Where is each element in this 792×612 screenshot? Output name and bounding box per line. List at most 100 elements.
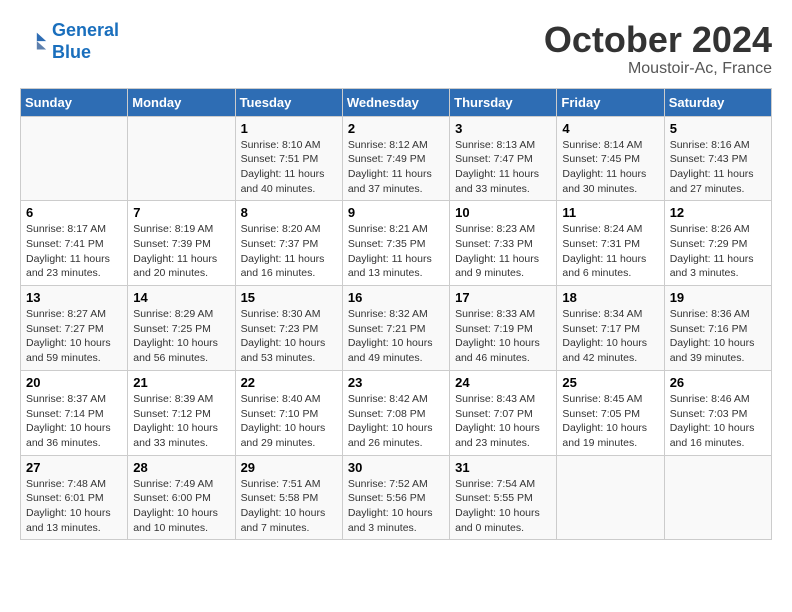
day-info: Sunrise: 8:26 AM Sunset: 7:29 PM Dayligh…	[670, 222, 766, 281]
logo-icon	[20, 28, 48, 56]
day-info: Sunrise: 8:37 AM Sunset: 7:14 PM Dayligh…	[26, 392, 122, 451]
day-number: 28	[133, 460, 229, 475]
day-info: Sunrise: 8:13 AM Sunset: 7:47 PM Dayligh…	[455, 138, 551, 197]
day-info: Sunrise: 8:21 AM Sunset: 7:35 PM Dayligh…	[348, 222, 444, 281]
calendar-day-cell	[128, 116, 235, 201]
day-info: Sunrise: 8:33 AM Sunset: 7:19 PM Dayligh…	[455, 307, 551, 366]
calendar-day-cell: 4Sunrise: 8:14 AM Sunset: 7:45 PM Daylig…	[557, 116, 664, 201]
day-number: 2	[348, 121, 444, 136]
day-info: Sunrise: 8:43 AM Sunset: 7:07 PM Dayligh…	[455, 392, 551, 451]
day-number: 5	[670, 121, 766, 136]
day-number: 1	[241, 121, 337, 136]
calendar-week-row: 6 Sunrise: 8:17 AM Sunset: 7:41 PM Daylig…	[21, 201, 772, 286]
logo-text: GeneralBlue	[52, 20, 119, 63]
day-number: 22	[241, 375, 337, 390]
day-info: Sunrise: 8:46 AM Sunset: 7:03 PM Dayligh…	[670, 392, 766, 451]
calendar-day-cell: 27 Sunrise: 7:48 AM Sunset: 6:01 PM Dayli…	[21, 455, 128, 540]
day-info: Sunrise: 8:19 AM Sunset: 7:39 PM Dayligh…	[133, 222, 229, 281]
day-info: Sunrise: 7:54 AM Sunset: 5:55 PM Dayligh…	[455, 477, 551, 536]
day-info: Sunrise: 8:45 AM Sunset: 7:05 PM Dayligh…	[562, 392, 658, 451]
day-number: 15	[241, 290, 337, 305]
day-info: Sunrise: 8:42 AM Sunset: 7:08 PM Dayligh…	[348, 392, 444, 451]
calendar-day-cell: 29 Sunrise: 7:51 AM Sunset: 5:58 PM Dayli…	[235, 455, 342, 540]
day-number: 7	[133, 205, 229, 220]
calendar-day-cell: 25Sunrise: 8:45 AM Sunset: 7:05 PM Dayli…	[557, 370, 664, 455]
day-info: Sunrise: 8:12 AM Sunset: 7:49 PM Dayligh…	[348, 138, 444, 197]
day-number: 4	[562, 121, 658, 136]
day-number: 18	[562, 290, 658, 305]
day-info: Sunrise: 8:40 AM Sunset: 7:10 PM Dayligh…	[241, 392, 337, 451]
day-info: Sunrise: 8:30 AM Sunset: 7:23 PM Dayligh…	[241, 307, 337, 366]
calendar-day-cell: 22 Sunrise: 8:40 AM Sunset: 7:10 PM Dayli…	[235, 370, 342, 455]
month-title: October 2024	[544, 20, 772, 60]
calendar-week-row: 27 Sunrise: 7:48 AM Sunset: 6:01 PM Dayli…	[21, 455, 772, 540]
logo: GeneralBlue	[20, 20, 119, 63]
calendar-week-row: 1 Sunrise: 8:10 AM Sunset: 7:51 PM Daylig…	[21, 116, 772, 201]
day-info: Sunrise: 8:39 AM Sunset: 7:12 PM Dayligh…	[133, 392, 229, 451]
day-info: Sunrise: 7:51 AM Sunset: 5:58 PM Dayligh…	[241, 477, 337, 536]
day-of-week-header: Friday	[557, 88, 664, 116]
day-of-week-header: Tuesday	[235, 88, 342, 116]
calendar-day-cell: 30 Sunrise: 7:52 AM Sunset: 5:56 PM Dayli…	[342, 455, 449, 540]
calendar-day-cell: 24 Sunrise: 8:43 AM Sunset: 7:07 PM Dayli…	[450, 370, 557, 455]
day-number: 12	[670, 205, 766, 220]
calendar-day-cell: 15 Sunrise: 8:30 AM Sunset: 7:23 PM Dayli…	[235, 286, 342, 371]
calendar-day-cell: 26Sunrise: 8:46 AM Sunset: 7:03 PM Dayli…	[664, 370, 771, 455]
day-number: 13	[26, 290, 122, 305]
day-info: Sunrise: 8:34 AM Sunset: 7:17 PM Dayligh…	[562, 307, 658, 366]
day-info: Sunrise: 7:52 AM Sunset: 5:56 PM Dayligh…	[348, 477, 444, 536]
day-of-week-header: Saturday	[664, 88, 771, 116]
calendar-day-cell: 17 Sunrise: 8:33 AM Sunset: 7:19 PM Dayli…	[450, 286, 557, 371]
calendar-day-cell: 28 Sunrise: 7:49 AM Sunset: 6:00 PM Dayli…	[128, 455, 235, 540]
day-of-week-header: Wednesday	[342, 88, 449, 116]
day-info: Sunrise: 8:16 AM Sunset: 7:43 PM Dayligh…	[670, 138, 766, 197]
calendar-day-cell: 14Sunrise: 8:29 AM Sunset: 7:25 PM Dayli…	[128, 286, 235, 371]
calendar-day-cell: 23 Sunrise: 8:42 AM Sunset: 7:08 PM Dayli…	[342, 370, 449, 455]
calendar-day-cell	[664, 455, 771, 540]
calendar-day-cell: 2 Sunrise: 8:12 AM Sunset: 7:49 PM Daylig…	[342, 116, 449, 201]
calendar-day-cell: 1 Sunrise: 8:10 AM Sunset: 7:51 PM Daylig…	[235, 116, 342, 201]
calendar-day-cell: 18 Sunrise: 8:34 AM Sunset: 7:17 PM Dayli…	[557, 286, 664, 371]
day-number: 21	[133, 375, 229, 390]
calendar-week-row: 20 Sunrise: 8:37 AM Sunset: 7:14 PM Dayli…	[21, 370, 772, 455]
title-block: October 2024 Moustoir-Ac, France	[544, 20, 772, 78]
calendar-day-cell: 5 Sunrise: 8:16 AM Sunset: 7:43 PM Daylig…	[664, 116, 771, 201]
calendar-day-cell: 21 Sunrise: 8:39 AM Sunset: 7:12 PM Dayli…	[128, 370, 235, 455]
calendar-day-cell: 3Sunrise: 8:13 AM Sunset: 7:47 PM Daylig…	[450, 116, 557, 201]
day-number: 24	[455, 375, 551, 390]
day-info: Sunrise: 8:23 AM Sunset: 7:33 PM Dayligh…	[455, 222, 551, 281]
calendar-day-cell: 6 Sunrise: 8:17 AM Sunset: 7:41 PM Daylig…	[21, 201, 128, 286]
location: Moustoir-Ac, France	[544, 60, 772, 78]
day-number: 27	[26, 460, 122, 475]
day-number: 19	[670, 290, 766, 305]
calendar-week-row: 13 Sunrise: 8:27 AM Sunset: 7:27 PM Dayli…	[21, 286, 772, 371]
day-info: Sunrise: 7:48 AM Sunset: 6:01 PM Dayligh…	[26, 477, 122, 536]
day-info: Sunrise: 8:20 AM Sunset: 7:37 PM Dayligh…	[241, 222, 337, 281]
day-number: 31	[455, 460, 551, 475]
day-number: 30	[348, 460, 444, 475]
day-info: Sunrise: 8:29 AM Sunset: 7:25 PM Dayligh…	[133, 307, 229, 366]
calendar-day-cell: 13 Sunrise: 8:27 AM Sunset: 7:27 PM Dayli…	[21, 286, 128, 371]
day-number: 29	[241, 460, 337, 475]
calendar-day-cell: 19 Sunrise: 8:36 AM Sunset: 7:16 PM Dayli…	[664, 286, 771, 371]
day-info: Sunrise: 7:49 AM Sunset: 6:00 PM Dayligh…	[133, 477, 229, 536]
day-number: 17	[455, 290, 551, 305]
day-number: 20	[26, 375, 122, 390]
day-number: 8	[241, 205, 337, 220]
day-info: Sunrise: 8:17 AM Sunset: 7:41 PM Dayligh…	[26, 222, 122, 281]
day-info: Sunrise: 8:10 AM Sunset: 7:51 PM Dayligh…	[241, 138, 337, 197]
day-info: Sunrise: 8:36 AM Sunset: 7:16 PM Dayligh…	[670, 307, 766, 366]
page-header: GeneralBlue October 2024 Moustoir-Ac, Fr…	[20, 20, 772, 78]
calendar-day-cell: 31 Sunrise: 7:54 AM Sunset: 5:55 PM Dayli…	[450, 455, 557, 540]
day-info: Sunrise: 8:27 AM Sunset: 7:27 PM Dayligh…	[26, 307, 122, 366]
day-number: 23	[348, 375, 444, 390]
calendar-day-cell: 20 Sunrise: 8:37 AM Sunset: 7:14 PM Dayli…	[21, 370, 128, 455]
day-number: 6	[26, 205, 122, 220]
day-number: 9	[348, 205, 444, 220]
day-of-week-header: Sunday	[21, 88, 128, 116]
calendar-day-cell	[21, 116, 128, 201]
calendar-day-cell: 11Sunrise: 8:24 AM Sunset: 7:31 PM Dayli…	[557, 201, 664, 286]
calendar-day-cell: 7 Sunrise: 8:19 AM Sunset: 7:39 PM Daylig…	[128, 201, 235, 286]
day-number: 10	[455, 205, 551, 220]
calendar-header-row: SundayMondayTuesdayWednesdayThursdayFrid…	[21, 88, 772, 116]
